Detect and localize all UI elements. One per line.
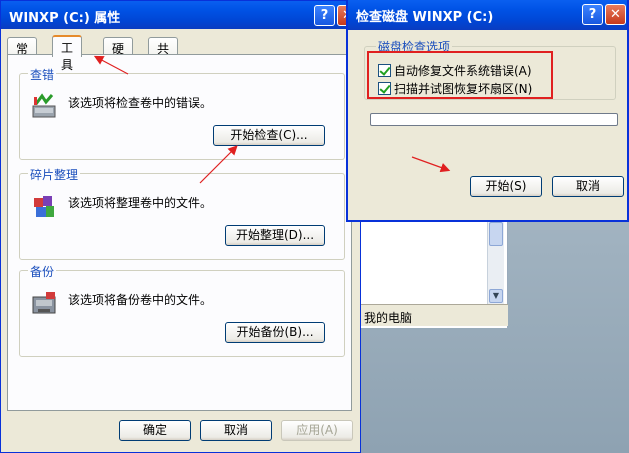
- group-title: 查错: [28, 66, 57, 83]
- status-text: 我的电脑: [364, 311, 413, 325]
- properties-titlebar[interactable]: WINXP (C:) 属性 ? ✕: [1, 1, 360, 29]
- cancel-button[interactable]: 取消: [200, 420, 272, 441]
- check-disk-titlebar[interactable]: 检查磁盘 WINXP (C:) ? ✕: [348, 0, 627, 30]
- explorer-status-bar: 我的电脑: [360, 304, 508, 326]
- apply-button[interactable]: 应用(A): [281, 420, 353, 441]
- start-check-button[interactable]: 开始检查(C)...: [213, 125, 325, 146]
- annotation-highlight-box: [367, 51, 553, 99]
- group-description: 该选项将备份卷中的文件。: [68, 293, 213, 307]
- check-progress-bar: [370, 113, 618, 126]
- error-checking-group: 查错 该选项将检查卷中的错误。 开始检查(C)...: [19, 66, 345, 160]
- button-label: 开始(S): [485, 179, 527, 193]
- scroll-down-arrow-icon[interactable]: ▼: [489, 289, 503, 303]
- button-label: 应用(A): [296, 423, 338, 437]
- start-backup-button[interactable]: 开始备份(B)...: [225, 322, 325, 343]
- group-title: 碎片整理: [28, 166, 81, 183]
- start-defrag-button[interactable]: 开始整理(D)...: [225, 225, 325, 246]
- ok-button[interactable]: 确定: [119, 420, 191, 441]
- disk-check-icon: [32, 93, 56, 118]
- tab-tools[interactable]: 工具: [52, 35, 83, 72]
- button-label: 取消: [223, 423, 248, 437]
- button-label: 开始备份(B)...: [236, 325, 314, 339]
- group-description: 该选项将检查卷中的错误。: [68, 96, 213, 110]
- check-disk-dialog: 检查磁盘 WINXP (C:) ? ✕ 磁盘检查选项 自动修复文件系统错误(A)…: [346, 0, 629, 222]
- defrag-icon: [34, 196, 54, 217]
- scrollbar-thumb[interactable]: [489, 222, 503, 246]
- window-title: WINXP (C:) 属性: [9, 11, 121, 26]
- group-title: 备份: [28, 263, 57, 280]
- close-icon: ✕: [610, 7, 621, 22]
- help-icon: ?: [588, 7, 597, 22]
- group-description: 该选项将整理卷中的文件。: [68, 196, 213, 210]
- start-button[interactable]: 开始(S): [470, 176, 542, 197]
- tab-label: 工具: [61, 41, 74, 72]
- help-button[interactable]: ?: [314, 5, 335, 26]
- backup-group: 备份 该选项将备份卷中的文件。 开始备份(B)...: [19, 263, 345, 357]
- button-label: 开始检查(C)...: [230, 128, 308, 142]
- close-button[interactable]: ✕: [605, 4, 626, 25]
- help-icon: ?: [320, 8, 329, 23]
- button-label: 开始整理(D)...: [235, 228, 315, 242]
- properties-window: WINXP (C:) 属性 ? ✕ 常规 工具 硬件 共享 查错 该选项将检查卷…: [0, 0, 361, 453]
- tools-panel: 查错 该选项将检查卷中的错误。 开始检查(C)... 碎片整理 该选项将整理卷中…: [7, 54, 352, 411]
- defragment-group: 碎片整理 该选项将整理卷中的文件。 开始整理(D)...: [19, 166, 345, 260]
- button-label: 取消: [575, 179, 600, 193]
- help-button[interactable]: ?: [582, 4, 603, 25]
- dialog-title: 检查磁盘 WINXP (C:): [356, 10, 494, 25]
- dialog-cancel-button[interactable]: 取消: [552, 176, 624, 197]
- explorer-scrollbar[interactable]: ▼: [487, 218, 504, 304]
- button-label: 确定: [142, 423, 167, 437]
- backup-icon: [32, 292, 56, 314]
